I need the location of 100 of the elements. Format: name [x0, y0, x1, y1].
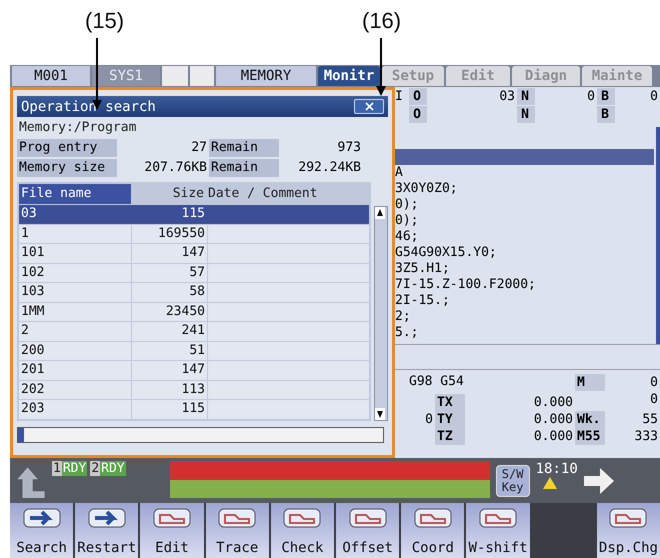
info-label: Remain	[209, 139, 279, 157]
modal-text: G98 G54	[408, 374, 465, 391]
info-label: Prog entry	[17, 139, 117, 157]
info-value: 207.76KB	[143, 159, 207, 177]
axis-label: TX	[435, 394, 465, 411]
info-label: Memory size	[17, 159, 117, 177]
clock-time: 18:10	[536, 461, 578, 477]
field-value: 0	[649, 374, 659, 391]
callout-label: (16)	[362, 8, 402, 34]
field-label: O	[409, 88, 427, 105]
field-value: 55	[641, 411, 659, 428]
field-label: B	[597, 106, 615, 123]
program-line: 2;	[395, 309, 412, 325]
table-cell: 103	[19, 283, 131, 302]
close-icon	[364, 102, 374, 111]
right-arrow-icon[interactable]	[584, 466, 614, 496]
table-cell: 57	[132, 264, 207, 282]
file-row[interactable]: 1MM 23450	[19, 302, 369, 321]
field-label: N	[517, 88, 535, 105]
function-key[interactable]: Edit	[140, 503, 204, 558]
program-line: 7I-15.Z-100.F2000;	[395, 277, 537, 293]
field-value: 0	[649, 391, 659, 408]
program-line: A	[395, 165, 404, 181]
file-row[interactable]: 202 113	[19, 380, 369, 399]
table-cell: 201	[19, 361, 131, 380]
function-key[interactable]: Trace	[206, 503, 269, 558]
info-label: Remain	[209, 159, 279, 177]
table-cell: 102	[19, 264, 131, 282]
file-row[interactable]: 101 147	[19, 244, 369, 262]
scroll-down-icon[interactable]	[375, 408, 385, 420]
key-button[interactable]: S/W Key	[496, 464, 530, 496]
table-cell: 1	[19, 224, 131, 243]
column-header: Date / Comment	[207, 185, 319, 203]
close-button[interactable]	[354, 99, 384, 114]
program-line: 3Z5.H1;	[395, 261, 451, 277]
field-label: O	[409, 106, 427, 123]
function-key[interactable]: Dsp.Chg	[596, 503, 660, 558]
program-line: 46;	[395, 229, 420, 245]
table-cell: 2	[19, 322, 131, 340]
column-header: File name	[19, 184, 131, 204]
input-field[interactable]	[17, 426, 384, 442]
table-cell: 58	[132, 283, 207, 302]
program-line: G54G90X15.Y0;	[395, 245, 498, 261]
axis-label: TY	[435, 411, 465, 428]
program-line: 0);	[395, 197, 420, 213]
table-cell: 101	[19, 244, 131, 262]
field-label: Wk.	[575, 411, 605, 428]
program-line: 3X0Y0Z0;	[395, 181, 459, 197]
status-field: MEMORY	[216, 66, 316, 86]
file-row[interactable]: 203 115	[19, 400, 369, 418]
info-value: 973	[336, 139, 361, 157]
table-cell: 115	[132, 400, 207, 418]
status-badge: RDY	[100, 461, 126, 476]
scrollbar[interactable]	[374, 206, 388, 420]
axis-value: 0.000	[532, 411, 574, 428]
file-row[interactable]: 102 57	[19, 264, 369, 282]
file-row[interactable]: 103 58	[19, 283, 369, 302]
field-value: 03	[498, 88, 516, 105]
table-cell: 1MM	[19, 302, 131, 321]
status-field: M001	[12, 66, 90, 86]
callout-label: (15)	[85, 8, 124, 34]
axis-label: TZ	[435, 428, 465, 445]
status-field: SYS1	[92, 66, 160, 86]
field-label: N	[517, 106, 535, 123]
function-key[interactable]: Restart	[75, 503, 138, 558]
table-cell: 200	[19, 342, 131, 360]
field-value: 333	[634, 428, 659, 445]
function-key[interactable]: Offset	[336, 503, 400, 558]
field-value: 0	[649, 88, 659, 105]
table-cell: 169550	[132, 224, 207, 243]
function-key[interactable]: Coord	[401, 503, 464, 558]
menu-tab[interactable]: Monitr	[318, 66, 380, 86]
axis-value: 0.000	[532, 428, 574, 445]
program-line: 5.;	[395, 325, 420, 341]
table-cell: 147	[132, 361, 207, 380]
dialog-title: Operation search	[21, 98, 156, 114]
axis-value: 0	[424, 411, 434, 428]
table-cell: 113	[132, 380, 207, 399]
table-cell: 23450	[132, 302, 207, 321]
table-cell: 202	[19, 380, 131, 399]
program-line: 2I-15.;	[395, 293, 451, 309]
table-cell: 203	[19, 400, 131, 418]
part-number: 2	[90, 461, 100, 476]
file-row[interactable]: 200 51	[19, 342, 369, 360]
function-key[interactable]: Search	[10, 503, 74, 558]
function-key[interactable]: Check	[270, 503, 334, 558]
program-line: 0);	[395, 213, 420, 229]
field-label: B	[597, 88, 615, 105]
field-value: I	[395, 88, 404, 105]
function-key[interactable]: W-shift	[466, 503, 530, 558]
column-header: Size	[172, 185, 205, 203]
field-value: 0	[586, 88, 596, 105]
file-row[interactable]: 2 241	[19, 322, 369, 340]
table-cell: 51	[132, 342, 207, 360]
scroll-up-icon[interactable]	[375, 207, 385, 219]
field-label: M55	[575, 428, 605, 445]
file-row[interactable]: 1 169550	[19, 224, 369, 243]
table-cell: 241	[132, 322, 207, 340]
field-label: M	[575, 374, 605, 391]
file-row[interactable]: 201 147	[19, 361, 369, 380]
